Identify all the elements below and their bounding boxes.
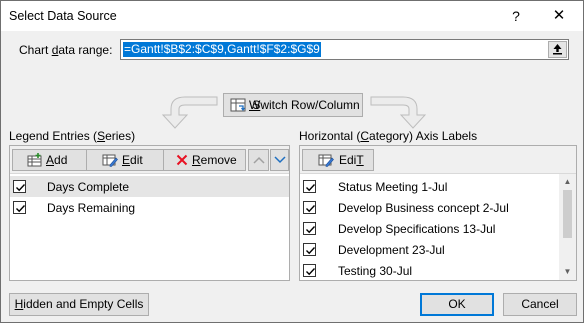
axis-toolbar: EdiT (300, 146, 576, 174)
ok-button[interactable]: OK (420, 293, 494, 316)
right-curved-arrow-icon (370, 96, 427, 129)
legend-entries-panel: Add Edit Remove Days Complete Days Remai… (9, 145, 290, 281)
edit-axis-labels-button[interactable]: EdiT (302, 149, 374, 171)
checkbox[interactable] (13, 180, 26, 193)
add-series-button[interactable]: Add (12, 149, 87, 171)
legend-entry[interactable]: Days Remaining (10, 197, 289, 218)
checkbox[interactable] (13, 201, 26, 214)
chart-data-range-label: Chart data range: (19, 43, 113, 57)
axis-label-entry[interactable]: Status Meeting 1-Jul (300, 176, 576, 197)
collapse-dialog-icon (553, 44, 562, 55)
add-series-label: Add (46, 153, 68, 167)
axis-label-entry-label: Testing 30-Jul (338, 264, 413, 278)
checkbox[interactable] (303, 222, 316, 235)
scroll-down-icon[interactable]: ▼ (559, 264, 576, 280)
move-up-icon (253, 156, 265, 164)
remove-series-label: Remove (192, 153, 237, 167)
hidden-empty-cells-button[interactable]: Hidden and Empty Cells (9, 293, 149, 316)
edit-axis-icon (318, 154, 334, 167)
checkbox[interactable] (303, 180, 316, 193)
dialog-title: Select Data Source (9, 9, 117, 23)
check-icon (16, 184, 26, 192)
checkbox[interactable] (303, 243, 316, 256)
move-up-button[interactable] (248, 149, 269, 171)
chart-data-range-input[interactable]: =Gantt!$B$2:$C$9,Gantt!$F$2:$G$9 (120, 39, 569, 60)
axis-label-entry-label: Status Meeting 1-Jul (338, 180, 448, 194)
checkbox[interactable] (303, 264, 316, 277)
help-icon[interactable]: ? (499, 5, 533, 27)
check-icon (306, 268, 316, 276)
select-data-source-dialog: Select Data Source ? ✕ Chart data range:… (0, 0, 584, 323)
title-bar: Select Data Source ? ✕ (1, 1, 583, 31)
edit-axis-labels-label: EdiT (339, 153, 364, 167)
axis-label-entry[interactable]: Develop Business concept 2-Jul (300, 197, 576, 218)
axis-label-entry[interactable]: Develop Specifications 13-Jul (300, 218, 576, 239)
check-icon (16, 205, 26, 213)
axis-label-entry-label: Develop Business concept 2-Jul (338, 201, 509, 215)
cancel-button[interactable]: Cancel (503, 293, 577, 316)
edit-series-button[interactable]: Edit (86, 149, 164, 171)
axis-labels-panel: EdiT Status Meeting 1-Jul Develop Busines… (299, 145, 577, 281)
collapse-dialog-button[interactable] (548, 41, 567, 58)
axis-label-entry[interactable]: Testing 30-Jul (300, 260, 576, 281)
check-icon (306, 247, 316, 255)
switch-rows-icon (230, 98, 246, 112)
axis-label-entry[interactable]: Development 23-Jul (300, 239, 576, 260)
legend-entry-label: Days Remaining (47, 201, 136, 215)
axis-list-scrollbar[interactable]: ▲ ▼ (559, 174, 576, 280)
legend-toolbar: Add Edit Remove (10, 146, 289, 174)
legend-entry-label: Days Complete (47, 180, 130, 194)
close-icon[interactable]: ✕ (542, 5, 576, 27)
legend-entries-label: Legend Entries (Series) (9, 129, 136, 143)
check-icon (306, 226, 316, 234)
axis-label-entry-label: Development 23-Jul (338, 243, 445, 257)
legend-entry[interactable]: Days Complete (10, 176, 289, 197)
check-icon (306, 205, 316, 213)
switch-row-column-label: WSwitch Row/Column (249, 98, 360, 112)
move-down-button[interactable] (270, 149, 289, 171)
edit-series-icon (102, 154, 118, 167)
checkbox[interactable] (303, 201, 316, 214)
remove-series-button[interactable]: Remove (163, 149, 246, 171)
axis-labels-label: Horizontal (Category) Axis Labels (299, 129, 478, 143)
edit-series-label: Edit (122, 153, 143, 167)
remove-x-icon (176, 154, 188, 166)
move-down-icon (274, 156, 286, 164)
switch-row-column-button[interactable]: WSwitch Row/Column (223, 93, 363, 117)
axis-label-entry-label: Develop Specifications 13-Jul (338, 222, 496, 236)
scrollbar-thumb[interactable] (563, 190, 572, 238)
add-series-icon (27, 153, 42, 167)
left-curved-arrow-icon (161, 96, 218, 129)
check-icon (306, 184, 316, 192)
chart-data-range-value: =Gantt!$B$2:$C$9,Gantt!$F$2:$G$9 (123, 42, 321, 57)
scroll-up-icon[interactable]: ▲ (559, 174, 576, 190)
